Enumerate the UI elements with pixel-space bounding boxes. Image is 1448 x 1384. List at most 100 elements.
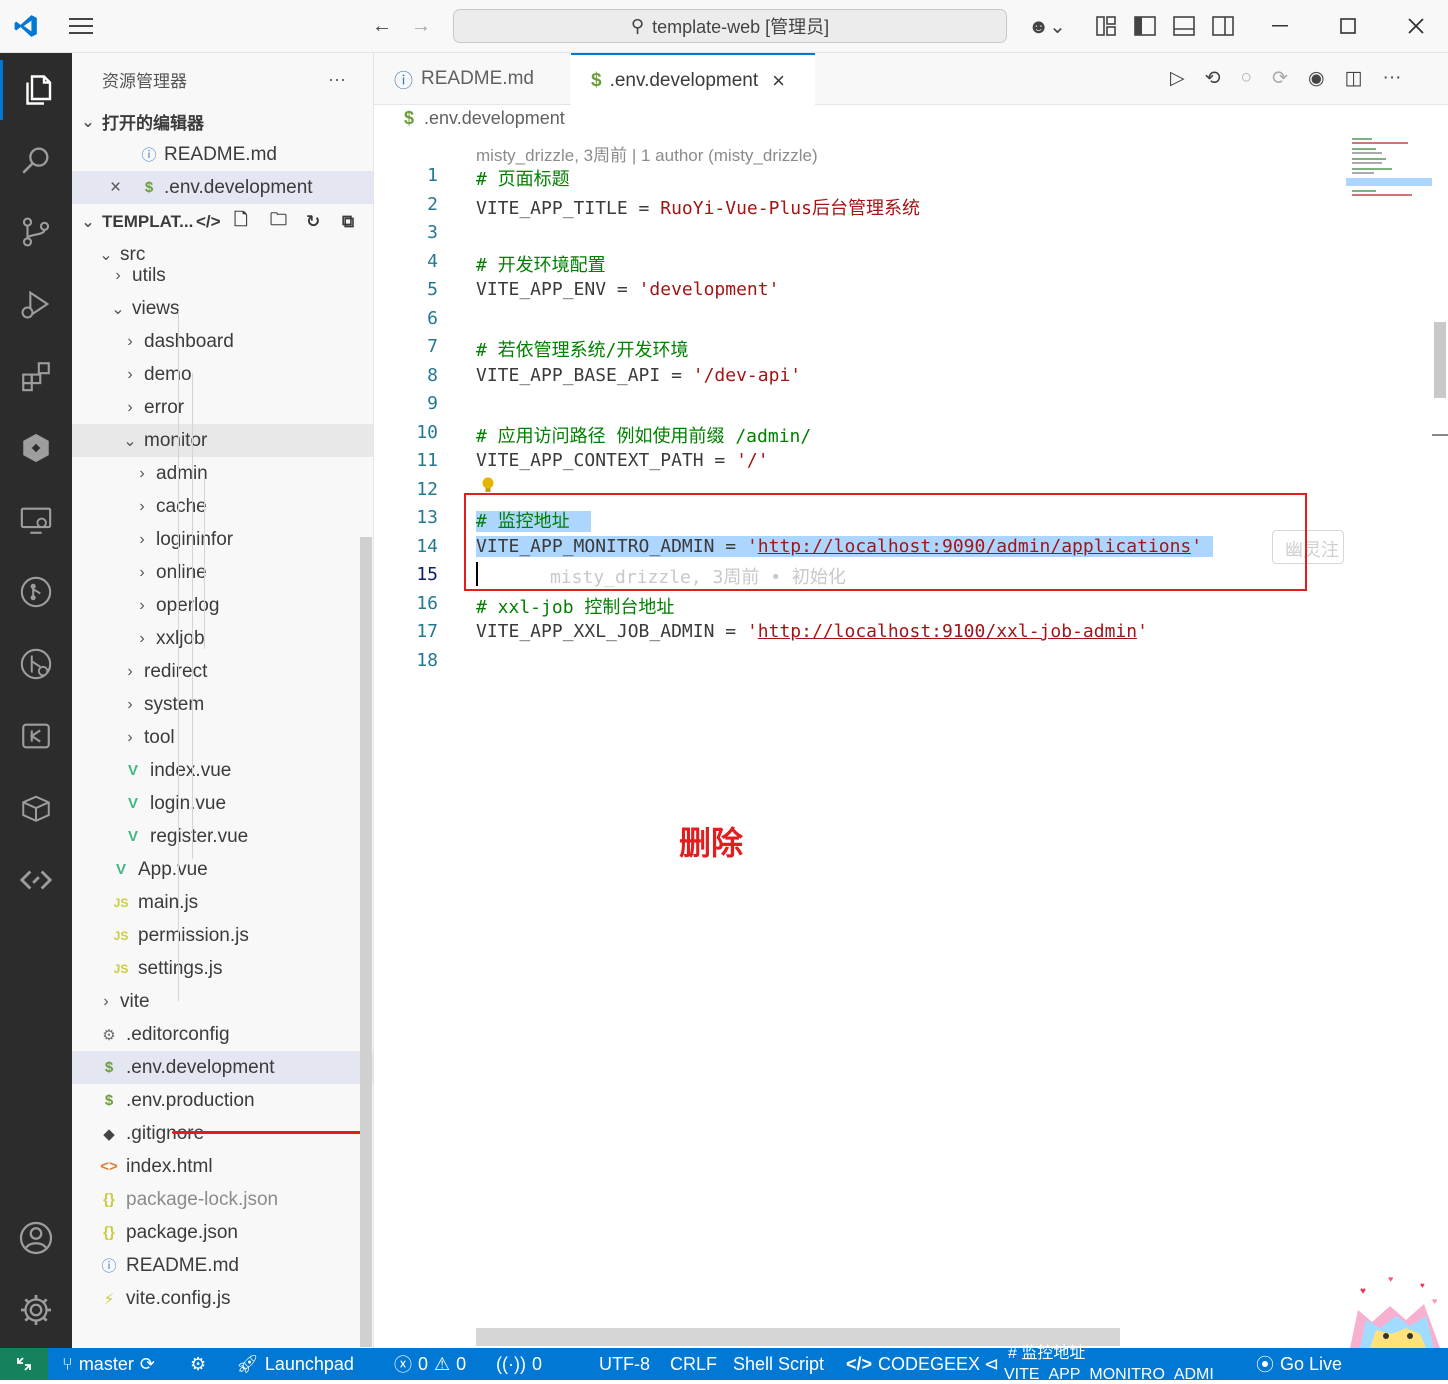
- file-permission-js[interactable]: JS permission.js: [72, 919, 373, 952]
- customize-layout-icon[interactable]: [1092, 12, 1120, 40]
- codegeex-icon[interactable]: [0, 418, 72, 478]
- folder-views[interactable]: ⌄ views: [72, 292, 373, 325]
- folder-system[interactable]: › system: [72, 688, 373, 721]
- breadcrumb-file[interactable]: .env.development: [424, 108, 565, 129]
- file-env-production[interactable]: $ .env.production: [72, 1084, 373, 1117]
- folder-online[interactable]: › online: [72, 556, 373, 589]
- file-app-vue[interactable]: V App.vue: [72, 853, 373, 886]
- code-line[interactable]: VITE_APP_BASE_API = '/dev-api': [476, 365, 801, 386]
- codelens-blame[interactable]: misty_drizzle, 3周前 | 1 author (misty_dri…: [476, 141, 818, 166]
- folder-tool[interactable]: › tool: [72, 721, 373, 754]
- codegeex-status[interactable]: </> CODEGEEX: [846, 1348, 980, 1380]
- toggle-panel-icon[interactable]: [1170, 12, 1198, 40]
- file-env-development[interactable]: $ .env.development: [72, 1051, 373, 1084]
- open-editor-readme[interactable]: ⓘ README.md: [72, 138, 373, 171]
- sync-icon[interactable]: ⟳: [140, 1354, 155, 1375]
- file-package-json[interactable]: {} package.json: [72, 1216, 373, 1249]
- editor-vertical-scrollbar[interactable]: [1434, 322, 1446, 398]
- git-graph-icon[interactable]: [0, 634, 72, 694]
- open-editor-env-development[interactable]: × $ .env.development: [72, 171, 373, 204]
- next-change-icon[interactable]: ⟳: [1272, 67, 1288, 90]
- tab-readme[interactable]: ⓘ README.md: [374, 53, 570, 105]
- code-line[interactable]: # 应用访问路径 例如使用前缀 /admin/: [476, 422, 811, 448]
- more-actions-icon[interactable]: ···: [1383, 67, 1402, 90]
- folder-logininfor[interactable]: › logininfor: [72, 523, 373, 556]
- file-editorconfig[interactable]: ⚙ .editorconfig: [72, 1018, 373, 1051]
- file-main-js[interactable]: JS main.js: [72, 886, 373, 919]
- copilot-icon[interactable]: ☻⌄: [1024, 12, 1070, 40]
- run-icon[interactable]: ▷: [1170, 67, 1185, 90]
- encoding-status[interactable]: UTF-8: [599, 1348, 650, 1380]
- forward-arrow-icon[interactable]: →: [407, 12, 435, 40]
- explorer-icon[interactable]: [0, 60, 72, 120]
- tab-env-development[interactable]: $ .env.development ×: [571, 53, 815, 106]
- close-icon[interactable]: [1402, 12, 1430, 40]
- codegeex-action-icon[interactable]: </>: [196, 212, 221, 232]
- file-vite-config-js[interactable]: ⚡ vite.config.js: [72, 1282, 373, 1315]
- source-control-icon[interactable]: [0, 202, 72, 262]
- kimi-icon[interactable]: [0, 706, 72, 766]
- remote-explorer-icon[interactable]: [0, 490, 72, 550]
- code-line[interactable]: VITE_APP_XXL_JOB_ADMIN = 'http://localho…: [476, 621, 1148, 642]
- file-index-vue[interactable]: Vindex.vue: [72, 754, 373, 787]
- new-file-icon[interactable]: 🗋: [234, 207, 248, 236]
- codegeex-code-icon[interactable]: [0, 850, 72, 910]
- open-changes-icon[interactable]: ⟲: [1205, 67, 1221, 90]
- eol-status[interactable]: CRLF: [670, 1348, 717, 1380]
- file-settings-js[interactable]: JS settings.js: [72, 952, 373, 985]
- folder-redirect[interactable]: › redirect: [72, 655, 373, 688]
- folder-monitor[interactable]: ⌄ monitor: [72, 424, 373, 457]
- maximize-icon[interactable]: [1334, 12, 1362, 40]
- docker-icon[interactable]: [0, 778, 72, 838]
- folder-xxljob[interactable]: › xxljob: [72, 622, 373, 655]
- branch-status[interactable]: ⑂ master ⟳: [62, 1348, 155, 1380]
- open-editors-header[interactable]: ⌄ 打开的编辑器: [72, 105, 373, 138]
- code-line[interactable]: # 页面标题: [476, 165, 570, 191]
- folder-admin[interactable]: › admin: [72, 457, 373, 490]
- folder-operlog[interactable]: › operlog: [72, 589, 373, 622]
- file-index-html[interactable]: <> index.html: [72, 1150, 373, 1183]
- back-arrow-icon[interactable]: ←: [368, 12, 396, 40]
- code-line[interactable]: VITE_APP_ENV = 'development': [476, 279, 779, 300]
- file-package-lock-json[interactable]: {} package-lock.json: [72, 1183, 373, 1216]
- remote-indicator[interactable]: [0, 1348, 48, 1380]
- run-debug-icon[interactable]: [0, 274, 72, 334]
- gitlens-compare-icon[interactable]: ◉: [1308, 67, 1325, 90]
- code-line[interactable]: VITE_APP_TITLE = RuoYi-Vue-Plus后台管理系统: [476, 194, 920, 220]
- settings-gear-icon[interactable]: [0, 1280, 72, 1340]
- folder-utils[interactable]: › utils: [72, 259, 373, 292]
- gitlens-status-icon[interactable]: ⚙: [190, 1348, 206, 1380]
- code-line[interactable]: # xxl-job 控制台地址: [476, 593, 674, 619]
- previous-change-icon[interactable]: ○: [1241, 67, 1252, 90]
- close-tab-icon[interactable]: ×: [772, 68, 785, 94]
- toggle-sidebar-icon[interactable]: [1131, 12, 1159, 40]
- code-line[interactable]: # 若依管理系统/开发环境: [476, 336, 689, 362]
- extensions-icon[interactable]: [0, 346, 72, 406]
- more-actions-icon[interactable]: ···: [328, 69, 346, 90]
- collapse-all-icon[interactable]: ⧉: [342, 212, 354, 232]
- sidebar-scrollbar[interactable]: [360, 537, 372, 1347]
- code-line[interactable]: # 开发环境配置: [476, 251, 606, 277]
- feedback-icon[interactable]: ⊲: [984, 1348, 999, 1380]
- gitlens-icon[interactable]: [0, 562, 72, 622]
- folder-demo[interactable]: › demo: [72, 358, 373, 391]
- file-register-vue[interactable]: Vregister.vue: [72, 820, 373, 853]
- search-icon[interactable]: [0, 130, 72, 190]
- folder-cache[interactable]: › cache: [72, 490, 373, 523]
- lightbulb-icon[interactable]: [482, 477, 494, 493]
- minimap[interactable]: [1346, 138, 1432, 198]
- folder-dashboard[interactable]: › dashboard: [72, 325, 373, 358]
- language-status[interactable]: Shell Script: [733, 1348, 824, 1380]
- toggle-secondary-sidebar-icon[interactable]: [1209, 12, 1237, 40]
- ports-status[interactable]: ((·)) 0: [496, 1348, 542, 1380]
- project-header[interactable]: ⌄ TEMPLAT... </> 🗋 🗀 ↻ ⧉: [72, 205, 373, 238]
- code-line[interactable]: VITE_APP_CONTEXT_PATH = '/': [476, 450, 769, 471]
- folder-error[interactable]: › error: [72, 391, 373, 424]
- new-folder-icon[interactable]: 🗀: [270, 207, 287, 236]
- go-live-status[interactable]: ⦿ Go Live: [1256, 1348, 1342, 1380]
- split-editor-icon[interactable]: ◫: [1345, 67, 1363, 90]
- accounts-icon[interactable]: [0, 1208, 72, 1268]
- minimize-icon[interactable]: [1266, 12, 1294, 40]
- command-center-search[interactable]: ⚲ template-web [管理员]: [453, 9, 1007, 43]
- breadcrumb[interactable]: $ .env.development: [404, 108, 565, 129]
